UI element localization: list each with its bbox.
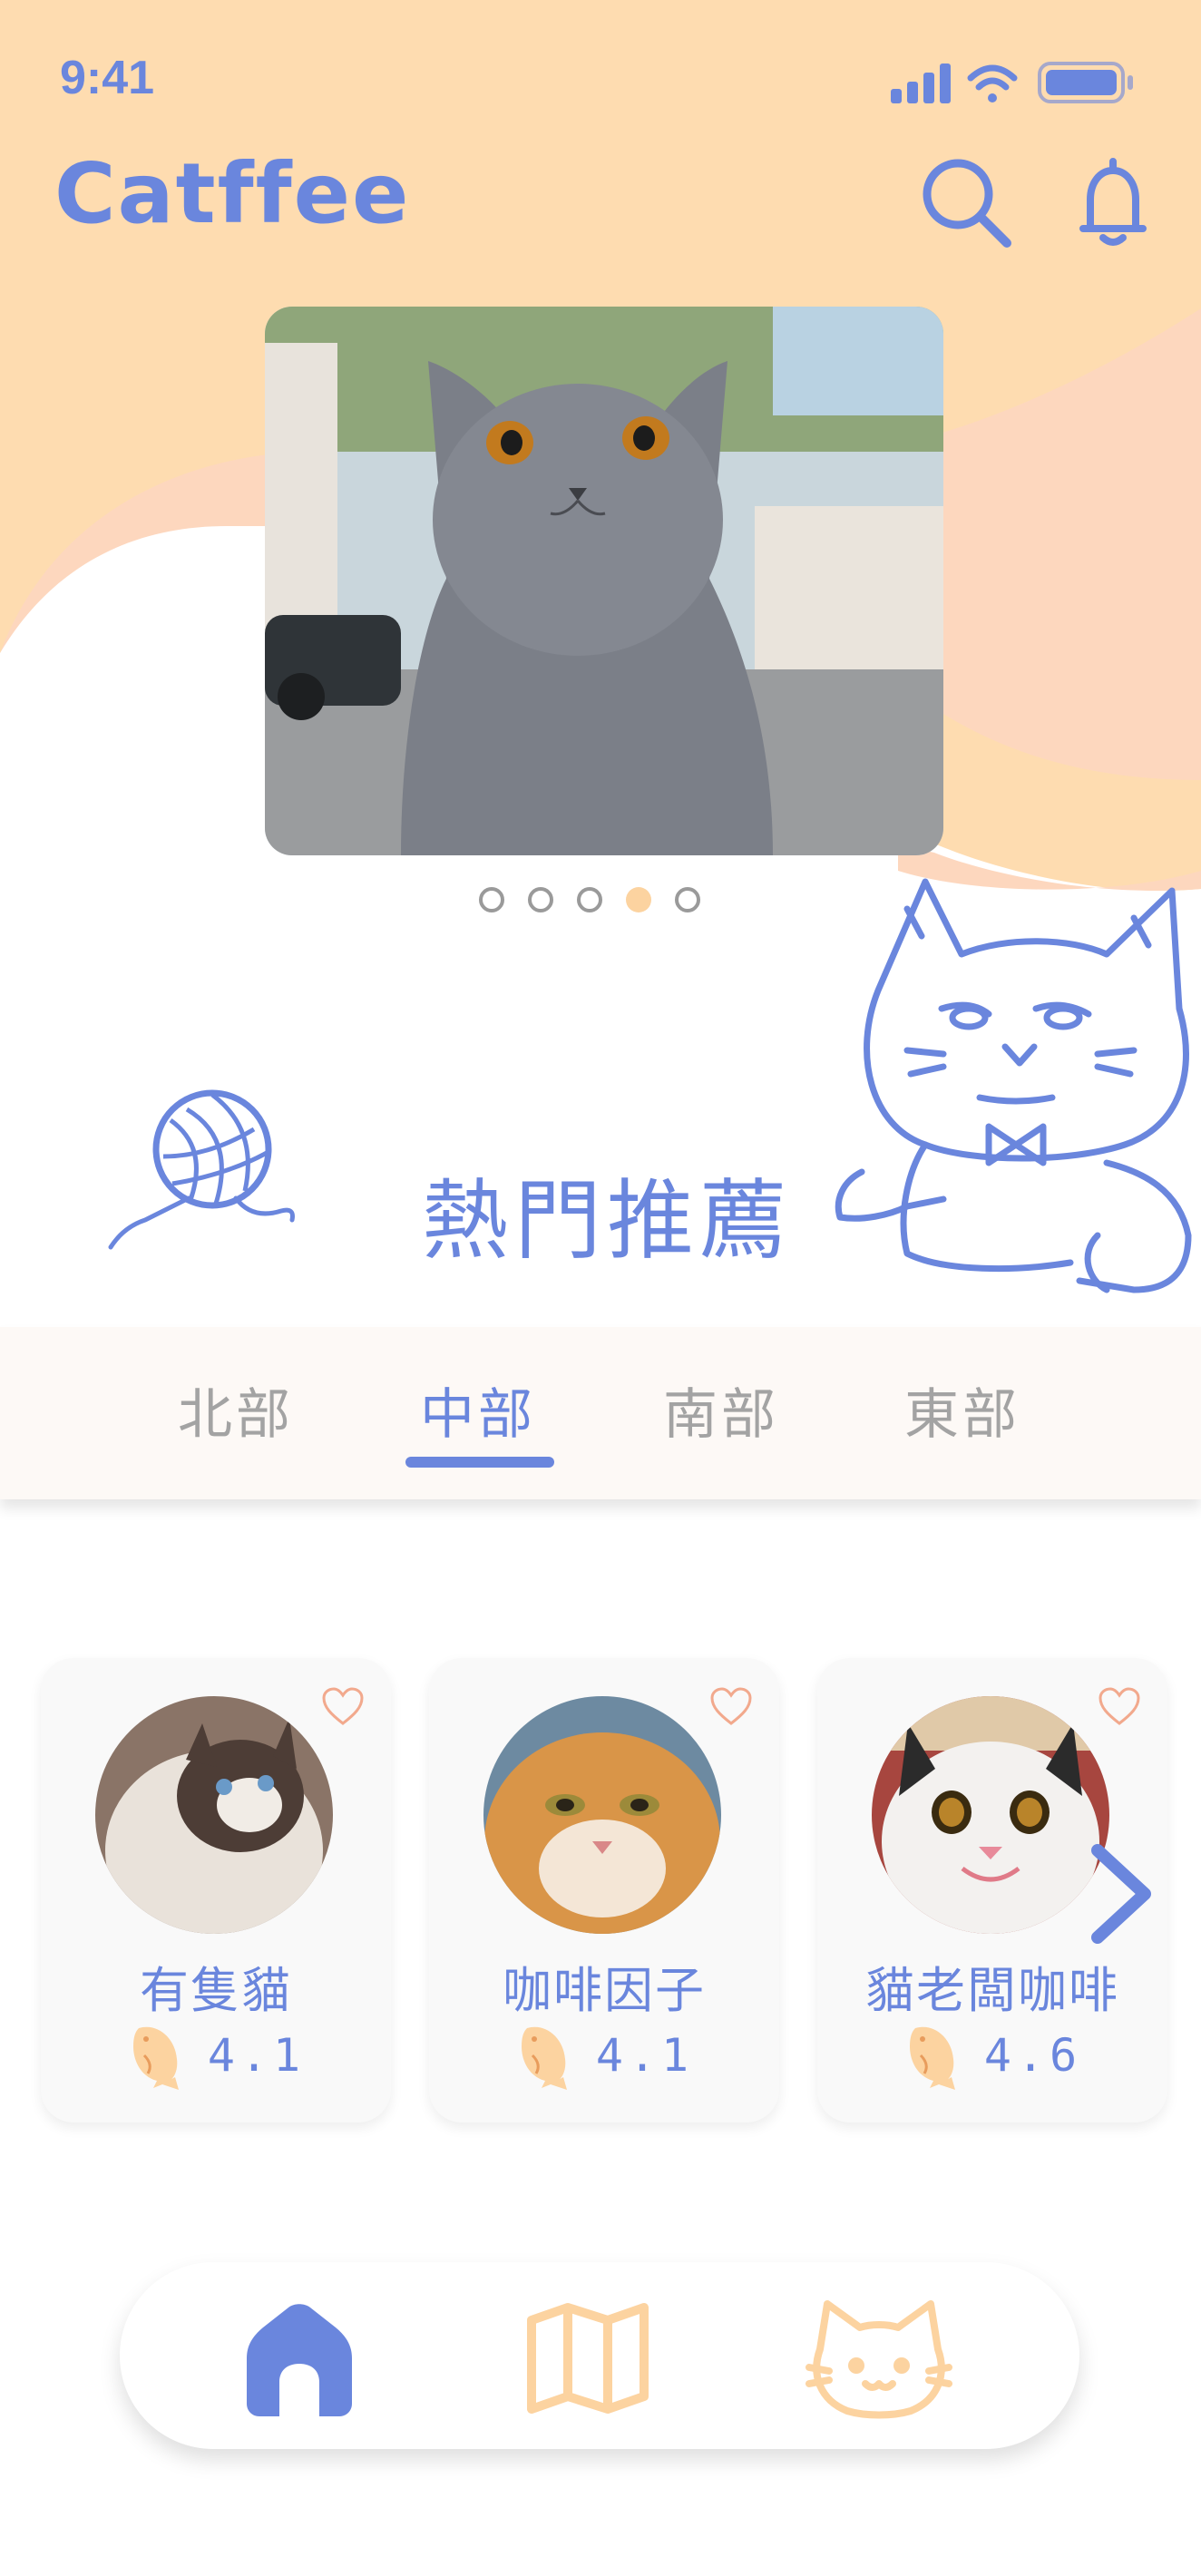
banner-cat-photo [265, 307, 943, 855]
nav-profile[interactable] [802, 2295, 952, 2422]
fish-icon [132, 2026, 179, 2090]
cafe-name: 有隻貓 [140, 1962, 292, 2019]
carousel-dot-active[interactable] [626, 887, 651, 912]
battery-icon [1038, 62, 1133, 103]
status-bar: 9:41 [0, 0, 1201, 154]
tab-active-indicator [405, 1457, 554, 1468]
cafe-photo [872, 1696, 1109, 1934]
status-time: 9:41 [60, 52, 155, 104]
app-title: Catffee [54, 145, 411, 242]
tab-central[interactable]: 中部 [420, 1371, 536, 1449]
wifi-icon [967, 64, 1018, 102]
rating-value: 4.6 [983, 2029, 1083, 2082]
region-tab-bar: 北部 中部 南部 東部 [0, 1327, 1201, 1499]
tab-south[interactable]: 南部 [663, 1371, 779, 1449]
cafe-name: 咖啡因子 [503, 1962, 706, 2019]
section-title: 熱門推薦 [422, 1170, 792, 1272]
yarn-ball-icon [108, 1089, 295, 1250]
cafe-rating: 4.1 [41, 2019, 391, 2092]
chevron-right-icon[interactable] [1085, 1839, 1157, 1948]
map-icon [527, 2303, 649, 2414]
favorite-heart-icon[interactable] [708, 1685, 754, 1727]
rating-value: 4.1 [207, 2029, 307, 2082]
carousel-dot[interactable] [577, 887, 602, 912]
fish-icon [909, 2026, 955, 2090]
status-icons [891, 62, 1133, 103]
tab-north[interactable]: 北部 [178, 1371, 294, 1449]
cat-mascot-illustration [835, 878, 1192, 1293]
cafe-card[interactable]: 咖啡因子 4.1 [429, 1658, 779, 2122]
carousel-indicator [479, 887, 700, 912]
cafe-rating: 4.6 [817, 2019, 1167, 2092]
nav-home[interactable] [236, 2295, 363, 2422]
cafe-photo [483, 1696, 721, 1934]
cafe-name: 貓老闆咖啡 [865, 1962, 1119, 2019]
nav-map[interactable] [524, 2295, 651, 2422]
home-icon [247, 2304, 352, 2416]
bell-icon [1079, 158, 1147, 246]
carousel-dot[interactable] [479, 887, 504, 912]
cat-face-icon [806, 2300, 952, 2419]
cellular-signal-icon [891, 63, 951, 103]
banner-carousel[interactable] [265, 307, 943, 855]
cafe-card[interactable]: 有隻貓 4.1 [41, 1658, 391, 2122]
tab-east[interactable]: 東部 [904, 1371, 1020, 1449]
bottom-navigation [120, 2262, 1079, 2449]
favorite-heart-icon[interactable] [320, 1685, 366, 1727]
carousel-dot[interactable] [528, 887, 553, 912]
cafe-photo [95, 1696, 333, 1934]
search-icon [923, 159, 1011, 248]
carousel-dot[interactable] [675, 887, 700, 912]
favorite-heart-icon[interactable] [1097, 1685, 1142, 1727]
rating-value: 4.1 [595, 2029, 695, 2082]
fish-icon [521, 2026, 567, 2090]
cafe-rating: 4.1 [429, 2019, 779, 2092]
notification-button[interactable] [1063, 152, 1163, 252]
search-button[interactable] [916, 152, 1016, 252]
